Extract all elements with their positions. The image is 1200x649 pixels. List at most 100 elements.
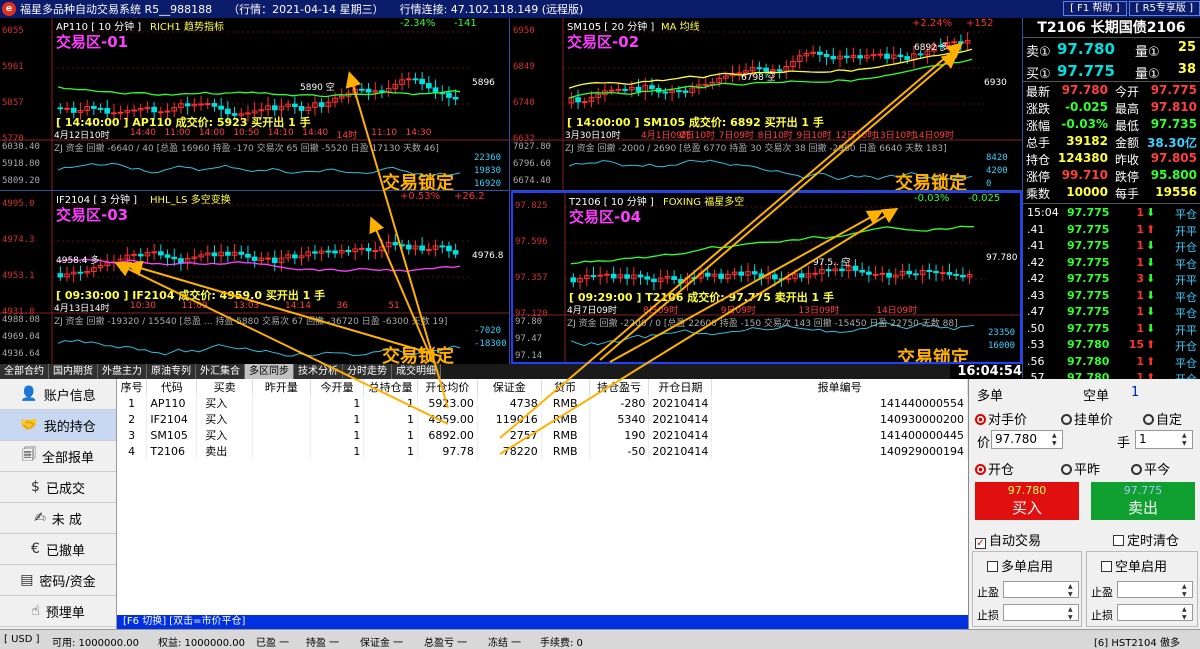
- indicator-right-label: 19830: [474, 166, 502, 176]
- candle: [675, 90, 682, 93]
- spinner-icon[interactable]: ▲ ▼: [1182, 583, 1190, 599]
- tick-action: 平仓: [1175, 290, 1197, 304]
- chart-pane-zone-02[interactable]: SM105 [ 20 分钟 ] MA 均线 +2.24% +152 交易区-02 6950…: [511, 18, 1022, 191]
- column-header[interactable]: 序号: [117, 379, 148, 395]
- column-header[interactable]: 开仓均价: [417, 379, 478, 395]
- column-header[interactable]: 昨开量: [252, 379, 311, 395]
- tick-price: 97.775: [1067, 272, 1110, 285]
- y-tick-label: 6849: [513, 62, 535, 72]
- column-header[interactable]: 报单编号: [711, 379, 968, 395]
- action-close-today[interactable]: 平今: [1131, 459, 1170, 478]
- action-close-yesterday[interactable]: 平昨: [1061, 459, 1100, 478]
- candle: [426, 83, 432, 89]
- chart-pane-zone-03[interactable]: IF2104 [ 3 分钟 ] HHL_LS 多空变换 +0.53% +26.2 交易区…: [0, 191, 510, 364]
- last-price: 4976.8: [472, 251, 504, 261]
- column-header[interactable]: 总持仓量: [363, 379, 418, 395]
- price-mode-counter[interactable]: 对手价: [975, 409, 1027, 428]
- tab-1[interactable]: 国内期货: [49, 364, 98, 379]
- closed-pl: 已盈 一: [256, 638, 290, 649]
- spinner-icon[interactable]: ▲ ▼: [1052, 432, 1060, 448]
- tick-row: .53 97.780 15 ⬆ 开仓: [1023, 338, 1200, 355]
- column-header[interactable]: 保证金: [477, 379, 542, 395]
- timed-clear-checkbox[interactable]: 定时清仓: [1113, 530, 1179, 549]
- long-sl-label: 止损: [977, 609, 999, 622]
- column-header[interactable]: 今开量: [310, 379, 365, 395]
- table-cell: 1: [310, 427, 365, 443]
- chart-pane-zone-04[interactable]: T2106 [ 10 分钟 ] FOXING 福星多空 -0.03% -0.025 交易…: [511, 191, 1022, 364]
- column-header[interactable]: 买卖: [196, 379, 254, 395]
- nav-orders[interactable]: 🗐 全部报单: [0, 441, 116, 472]
- candle: [662, 91, 669, 94]
- time-tick-label: 9日10时: [796, 131, 832, 141]
- table-cell: 1: [363, 411, 418, 427]
- nav-password[interactable]: ▤ 密码/资金: [0, 565, 116, 596]
- nav-label: 密码/资金: [39, 574, 96, 590]
- table-row[interactable]: 3 SM105 买入 1 1 6892.00 2757 RMB 190 20210414 14140…: [117, 427, 968, 443]
- candle: [405, 78, 412, 81]
- indicator-y-label: 5809.20: [2, 176, 40, 186]
- tab-4[interactable]: 外汇集合: [196, 364, 245, 379]
- candle: [756, 67, 763, 70]
- table-row[interactable]: 4 T2106 卖出 1 1 97.78 78220 RMB -50 20210414 140929…: [117, 443, 968, 459]
- short-stop-loss-input[interactable]: ▲ ▼: [1117, 604, 1193, 621]
- price-mode-custom[interactable]: 自定: [1143, 409, 1182, 428]
- buy-button[interactable]: 97.780 买入: [975, 482, 1079, 520]
- table-row[interactable]: 1 AP110 买入 1 1 5923.00 4738 RMB -280 20210414 1414…: [117, 395, 968, 411]
- column-header[interactable]: 持仓盈亏: [589, 379, 650, 395]
- price-mode-limit[interactable]: 挂单价: [1061, 409, 1113, 428]
- tick-row: .41 97.775 1 ⬆ 开平: [1023, 223, 1200, 240]
- time-axis-start: 3月30日10时: [565, 131, 621, 141]
- ask-row[interactable]: 卖① 97.780 量① 25: [1023, 38, 1200, 60]
- spinner-icon[interactable]: ▲ ▼: [1182, 606, 1190, 622]
- nav-filled[interactable]: $ 已成交: [0, 472, 116, 503]
- chart-pane-zone-01[interactable]: AP110 [ 10 分钟 ] RICH1 趋势指标 -2.34% -141 交易区-0…: [0, 18, 510, 191]
- qty-input[interactable]: 1 ▲ ▼: [1135, 430, 1193, 449]
- sell-button[interactable]: 97.775 卖出: [1091, 482, 1195, 520]
- long-enable-checkbox[interactable]: 多单启用: [987, 556, 1053, 575]
- indicator-y-label: 4969.04: [2, 332, 40, 342]
- nav-pending[interactable]: ✍ 未 成: [0, 503, 116, 534]
- column-header[interactable]: 开仓日期: [648, 379, 713, 395]
- nav-cancelled[interactable]: € 已撤单: [0, 534, 116, 565]
- tab-2[interactable]: 外盘主力: [98, 364, 147, 379]
- long-stop-loss-input[interactable]: ▲ ▼: [1003, 604, 1079, 621]
- candle: [399, 244, 405, 247]
- indicator-right-label: 16920: [474, 179, 502, 189]
- stat-label: 涨幅: [1026, 119, 1051, 133]
- candle: [359, 88, 365, 91]
- action-open[interactable]: 开仓: [975, 459, 1014, 478]
- tab-3[interactable]: 原油专列: [147, 364, 196, 379]
- tick-action: 平仓: [1175, 307, 1197, 320]
- candle: [702, 84, 709, 87]
- arrow-up-icon: ⬆: [1146, 338, 1156, 351]
- tab-6[interactable]: 技术分析: [294, 364, 343, 379]
- table-cell: IF2104: [146, 411, 198, 427]
- column-header[interactable]: 代码: [146, 379, 198, 395]
- table-cell: AP110: [146, 395, 198, 411]
- title-bar: e 福星多品种自动交易系统 R5__988188 （行情：2021-04-14 …: [0, 0, 1200, 18]
- price-input[interactable]: 97.780 ▲ ▼: [991, 430, 1063, 449]
- tab-0[interactable]: 全部合约: [0, 364, 49, 379]
- short-take-profit-input[interactable]: ▲ ▼: [1117, 581, 1193, 598]
- bid-row[interactable]: 买① 97.775 量① 38: [1023, 60, 1200, 82]
- table-cell: 4959.00: [417, 411, 478, 427]
- spinner-icon[interactable]: ▲ ▼: [1182, 432, 1190, 448]
- edition-button[interactable]: [ R5专享版 ]: [1128, 1, 1200, 16]
- nav-holdings[interactable]: 🤝 我的持仓: [0, 410, 116, 441]
- short-enable-checkbox[interactable]: 空单启用: [1101, 556, 1167, 575]
- column-header[interactable]: 货币: [541, 379, 590, 395]
- help-button[interactable]: [ F1 帮助 ]: [1063, 1, 1127, 16]
- tab-5[interactable]: 多区同步: [245, 364, 294, 379]
- spinner-icon[interactable]: ▲ ▼: [1068, 583, 1076, 599]
- nav-account[interactable]: 👤 账户信息: [0, 379, 116, 410]
- auto-trade-checkbox[interactable]: ✓ 自动交易: [975, 530, 1041, 549]
- tick-time: 15:04: [1027, 206, 1059, 219]
- tab-8[interactable]: 成交明细: [392, 364, 441, 379]
- tab-7[interactable]: 分时走势: [343, 364, 392, 379]
- candle: [581, 101, 588, 104]
- table-row[interactable]: 2 IF2104 买入 1 1 4959.00 119016 RMB 5340 20210414 1…: [117, 411, 968, 427]
- spinner-icon[interactable]: ▲ ▼: [1068, 606, 1076, 622]
- nav-preset[interactable]: ☝ 预埋单: [0, 596, 116, 627]
- long-take-profit-input[interactable]: ▲ ▼: [1003, 581, 1079, 598]
- arrow-up-icon: ⬆: [1146, 222, 1156, 236]
